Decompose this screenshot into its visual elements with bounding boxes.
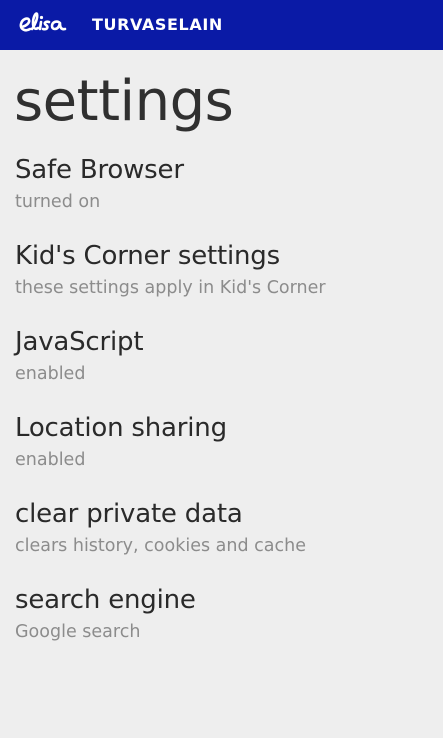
setting-value: clears history, cookies and cache xyxy=(15,536,306,556)
setting-label: Location sharing xyxy=(15,413,227,443)
setting-value: enabled xyxy=(15,364,86,384)
setting-label: JavaScript xyxy=(15,327,144,357)
setting-value: enabled xyxy=(15,450,86,470)
app-header: TURVASELAIN xyxy=(0,0,443,50)
page-title: settings xyxy=(14,69,234,134)
setting-location-sharing[interactable]: Location sharing enabled xyxy=(0,408,443,494)
settings-list: Safe Browser turned on Kid's Corner sett… xyxy=(0,150,443,666)
setting-value: turned on xyxy=(15,192,101,212)
setting-search-engine[interactable]: search engine Google search xyxy=(0,580,443,666)
setting-safe-browser[interactable]: Safe Browser turned on xyxy=(0,150,443,236)
setting-label: search engine xyxy=(15,585,196,615)
setting-label: Safe Browser xyxy=(15,155,184,185)
elisa-logo-icon xyxy=(19,12,67,32)
brand-name: TURVASELAIN xyxy=(92,15,223,34)
setting-clear-private-data[interactable]: clear private data clears history, cooki… xyxy=(0,494,443,580)
setting-value: these settings apply in Kid's Corner xyxy=(15,278,326,298)
setting-label: Kid's Corner settings xyxy=(15,241,280,271)
setting-label: clear private data xyxy=(15,499,243,529)
setting-javascript[interactable]: JavaScript enabled xyxy=(0,322,443,408)
setting-kids-corner[interactable]: Kid's Corner settings these settings app… xyxy=(0,236,443,322)
setting-value: Google search xyxy=(15,622,141,642)
